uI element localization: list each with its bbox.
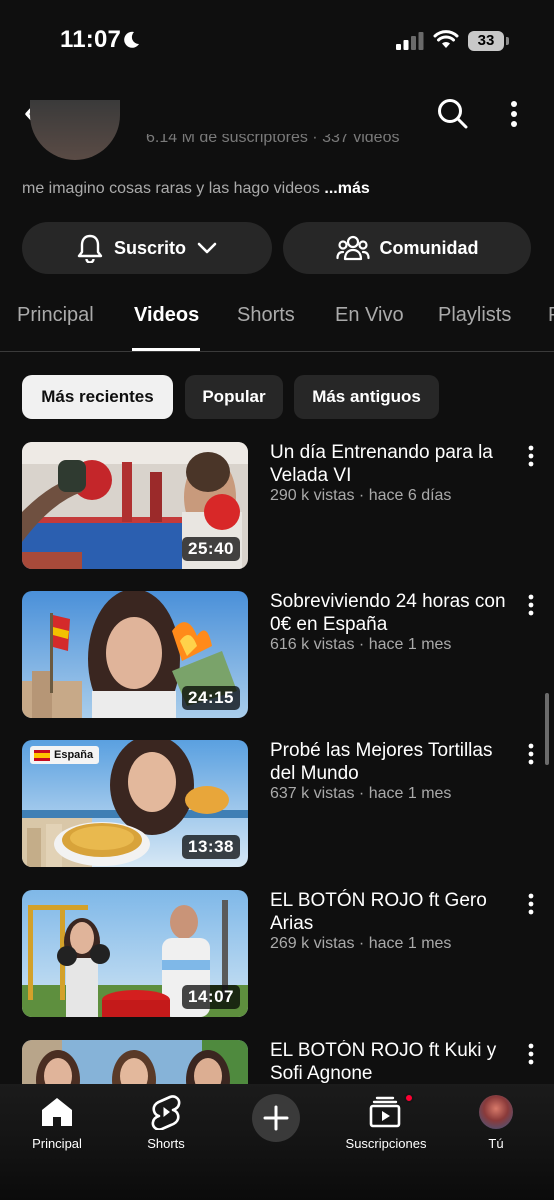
scrollbar[interactable] <box>545 693 549 765</box>
video-meta: 290 k vistas · hace 6 días <box>270 487 452 504</box>
nav-principal[interactable]: Principal <box>2 1094 112 1151</box>
video-duration: 14:07 <box>182 985 240 1009</box>
status-bar: 11:07 33 <box>0 0 554 84</box>
video-thumbnail[interactable] <box>22 1040 248 1084</box>
video-item[interactable]: EL BOTÓN ROJO ft Kuki y Sofi Agnone <box>0 1040 554 1084</box>
home-icon <box>42 1098 72 1126</box>
bottom-nav: Principal Shorts Suscripciones Tú <box>0 1084 554 1200</box>
signal-icon <box>396 32 424 50</box>
video-duration: 24:15 <box>182 686 240 710</box>
wifi-icon <box>433 30 459 48</box>
create-button[interactable] <box>252 1094 300 1142</box>
country-badge: España <box>30 746 100 764</box>
video-meta: 637 k vistas · hace 1 mes <box>270 785 452 802</box>
nav-suscripciones[interactable]: Suscripciones <box>331 1093 441 1151</box>
chip-popular[interactable]: Popular <box>185 375 283 419</box>
more-vertical-icon[interactable] <box>520 742 542 766</box>
description-more-link[interactable]: ...más <box>324 180 369 197</box>
video-thumbnail[interactable]: 14:07 <box>22 890 248 1017</box>
video-title[interactable]: Probé las Mejores Tortillas del Mundo <box>270 740 520 785</box>
thumbnail-image <box>22 1040 248 1084</box>
more-vertical-icon[interactable] <box>500 96 528 132</box>
subscribed-button[interactable]: Suscrito <box>22 222 272 274</box>
tab-overflow[interactable]: P <box>548 304 554 327</box>
plus-icon <box>263 1105 289 1131</box>
tab-shorts[interactable]: Shorts <box>237 304 295 327</box>
video-item[interactable]: 24:15 Sobreviviendo 24 horas con 0€ en E… <box>0 591 554 719</box>
community-button[interactable]: Comunidad <box>283 222 531 274</box>
shorts-icon <box>151 1095 181 1130</box>
video-title[interactable]: Sobreviviendo 24 horas con 0€ en España <box>270 591 520 636</box>
tab-playlists[interactable]: Playlists <box>438 304 511 327</box>
video-thumbnail[interactable]: España 13:38 <box>22 740 248 867</box>
spain-flag-icon <box>34 749 50 761</box>
subscribed-label: Suscrito <box>113 237 187 258</box>
chevron-down-icon <box>197 242 217 254</box>
video-meta: 616 k vistas · hace 1 mes <box>270 636 452 653</box>
bell-icon <box>77 234 103 263</box>
status-time: 11:07 <box>60 26 122 53</box>
description-text: me imagino cosas raras y las hago videos <box>22 180 320 197</box>
avatar <box>479 1095 513 1129</box>
video-duration: 25:40 <box>182 537 240 561</box>
battery-indicator: 33 <box>468 31 504 51</box>
more-vertical-icon[interactable] <box>520 1042 542 1066</box>
video-title[interactable]: EL BOTÓN ROJO ft Gero Arias <box>270 890 520 935</box>
video-title[interactable]: EL BOTÓN ROJO ft Kuki y Sofi Agnone <box>270 1040 520 1084</box>
nav-label: Tú <box>488 1136 504 1151</box>
video-thumbnail[interactable]: 24:15 <box>22 591 248 718</box>
country-badge-label: España <box>54 749 94 761</box>
tabs-divider <box>0 351 554 352</box>
channel-avatar <box>30 100 120 160</box>
search-icon[interactable] <box>434 96 470 132</box>
channel-description[interactable]: me imagino cosas raras y las hago videos… <box>22 180 370 198</box>
video-item[interactable]: 25:40 Un día Entrenando para la Velada V… <box>0 442 554 570</box>
community-label: Comunidad <box>379 237 479 258</box>
video-duration: 13:38 <box>182 835 240 859</box>
video-thumbnail[interactable]: 25:40 <box>22 442 248 569</box>
nav-label: Principal <box>32 1136 82 1151</box>
moon-icon <box>124 31 139 48</box>
video-title[interactable]: Un día Entrenando para la Velada VI <box>270 442 520 487</box>
community-icon <box>335 235 370 261</box>
nav-tu[interactable]: Tú <box>441 1094 551 1151</box>
more-vertical-icon[interactable] <box>520 593 542 617</box>
video-meta: 269 k vistas · hace 1 mes <box>270 935 452 952</box>
more-vertical-icon[interactable] <box>520 892 542 916</box>
nav-shorts[interactable]: Shorts <box>111 1094 221 1151</box>
nav-label: Suscripciones <box>345 1136 427 1151</box>
nav-label: Shorts <box>147 1136 185 1151</box>
tab-en-vivo[interactable]: En Vivo <box>335 304 404 327</box>
subscriptions-icon <box>369 1096 401 1128</box>
notification-dot <box>404 1093 414 1103</box>
chip-mas-antiguos[interactable]: Más antiguos <box>294 375 439 419</box>
channel-stats: 6.14 M de suscriptores · 337 videos <box>146 134 400 146</box>
tab-videos[interactable]: Videos <box>134 304 199 327</box>
channel-tabs: Principal Videos Shorts En Vivo Playlist… <box>0 304 554 352</box>
tab-principal[interactable]: Principal <box>17 304 94 327</box>
video-item[interactable]: España 13:38 Probé las Mejores Tortillas… <box>0 740 554 868</box>
video-item[interactable]: 14:07 EL BOTÓN ROJO ft Gero Arias 269 k … <box>0 890 554 1018</box>
chip-mas-recientes[interactable]: Más recientes <box>22 375 173 419</box>
more-vertical-icon[interactable] <box>520 444 542 468</box>
battery-tip <box>506 37 509 45</box>
